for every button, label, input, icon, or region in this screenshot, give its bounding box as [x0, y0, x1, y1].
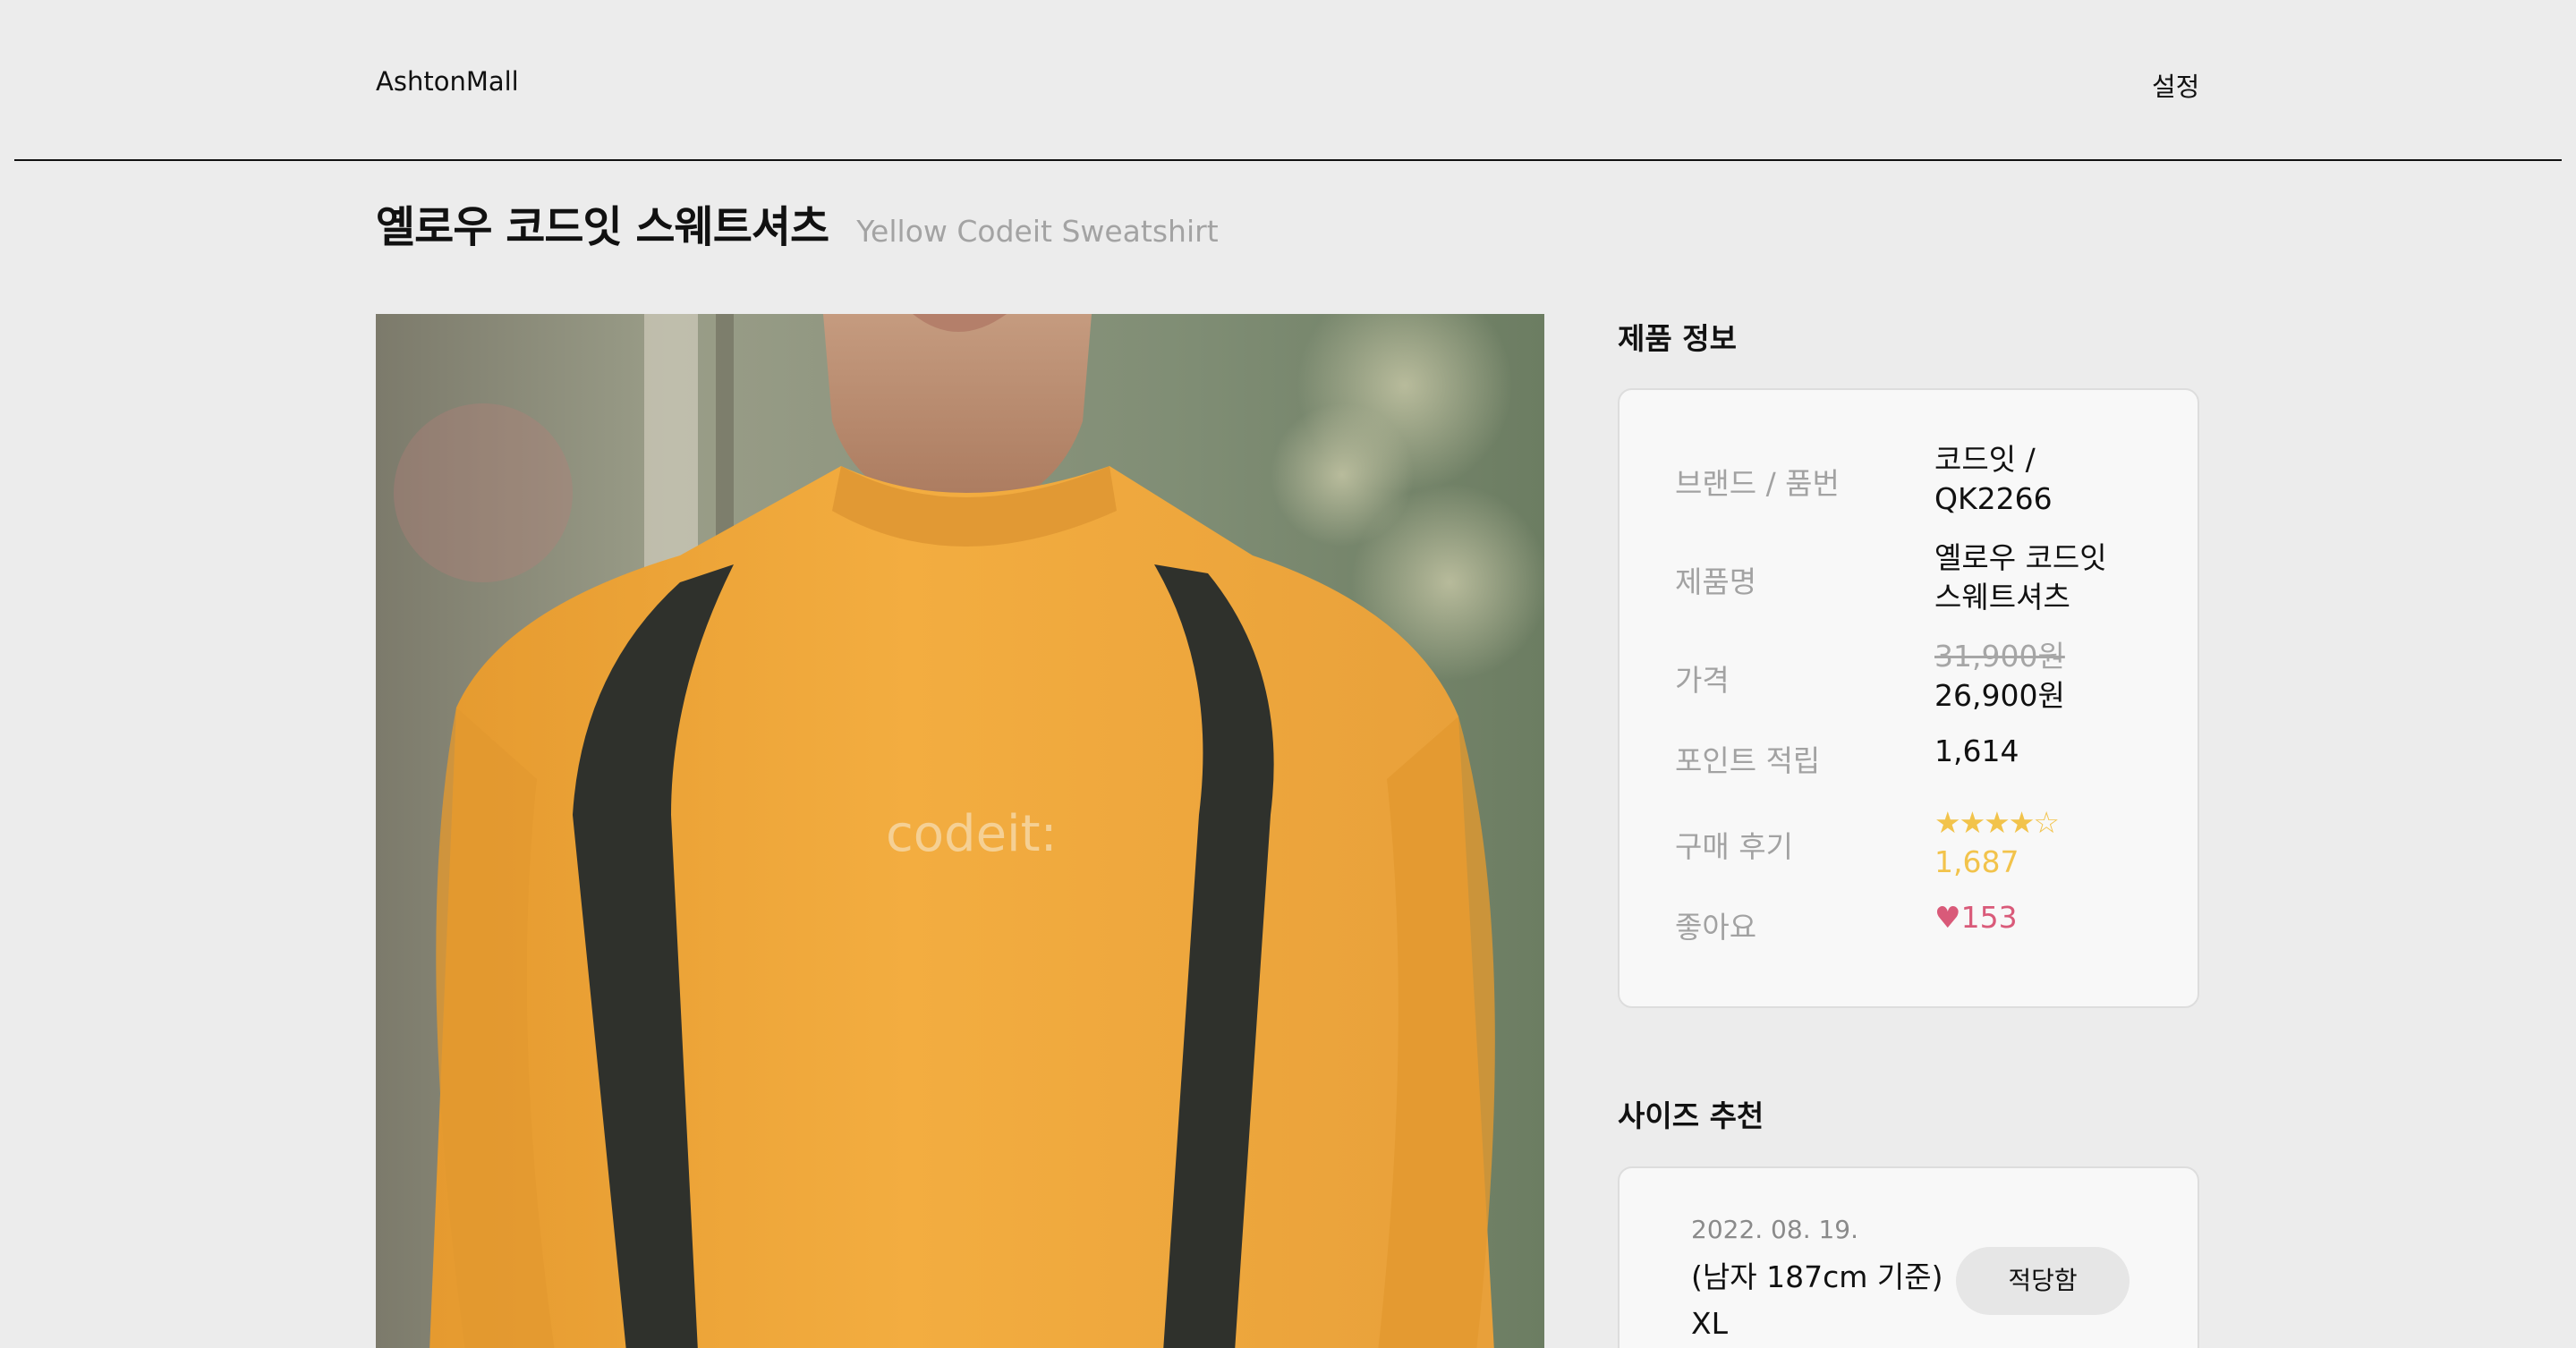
review-value[interactable]: ★★★★☆ 1,687 [1934, 803, 2060, 882]
logo-link[interactable]: AshtonMall [376, 66, 519, 97]
product-image: codeit: [376, 314, 1544, 1348]
rating-stars: ★★★★☆ [1934, 805, 2060, 840]
info-label: 제품명 [1675, 564, 1757, 599]
product-title-korean: 옐로우 코드잇 스웨트셔츠 [376, 202, 829, 252]
product-title: 옐로우 코드잇 스웨트셔츠 Yellow Codeit Sweatshirt [376, 191, 1219, 254]
product-name-line1: 옐로우 코드잇 [1934, 540, 2107, 575]
info-label: 브랜드 / 품번 [1675, 466, 1840, 501]
brand-value: 코드잇 / [1934, 442, 2036, 477]
review-count: 1,687 [1934, 844, 2019, 879]
product-name-line2: 스웨트셔츠 [1934, 580, 2070, 615]
info-value: 옐로우 코드잇 스웨트셔츠 [1934, 538, 2107, 617]
size-review-body: (남자 187cm 기준) XL [1691, 1254, 1943, 1347]
reviewer-info: (남자 187cm 기준) [1691, 1259, 1943, 1294]
size-recommendation-card: 2022. 08. 19. (남자 187cm 기준) XL 적당함 [1618, 1166, 2199, 1348]
size-value: XL [1691, 1306, 1728, 1341]
original-price: 31,900원 [1934, 639, 2065, 674]
info-value: 코드잇 / QK2266 [1934, 440, 2053, 519]
app-window: AshtonMall 설정 옐로우 코드잇 스웨트셔츠 Yellow Codei… [0, 0, 2576, 1348]
fit-badge: 적당함 [1956, 1247, 2130, 1315]
sale-price: 26,900원 [1934, 678, 2065, 713]
top-nav: AshtonMall 설정 [14, 0, 2562, 161]
sweatshirt-print: codeit: [886, 805, 1057, 863]
product-info-card: 브랜드 / 품번 코드잇 / QK2266 제품명 옐로우 코드잇 스웨트셔츠 … [1618, 388, 2199, 1008]
info-label: 좋아요 [1675, 910, 1757, 945]
settings-link[interactable]: 설정 [2152, 66, 2199, 104]
sku-value: QK2266 [1934, 481, 2053, 516]
size-recommendation-heading: 사이즈 추천 [1618, 1098, 1764, 1133]
points-value: 1,614 [1934, 733, 2019, 768]
info-label: 포인트 적립 [1675, 743, 1821, 778]
info-label: 구매 후기 [1675, 829, 1793, 864]
product-info-heading: 제품 정보 [1618, 321, 1737, 356]
info-value: 31,900원 26,900원 [1934, 637, 2065, 716]
likes-value[interactable]: ♥153 [1934, 898, 2018, 937]
product-title-english: Yellow Codeit Sweatshirt [856, 214, 1219, 249]
info-label: 가격 [1675, 663, 1730, 698]
review-date: 2022. 08. 19. [1691, 1215, 1859, 1244]
